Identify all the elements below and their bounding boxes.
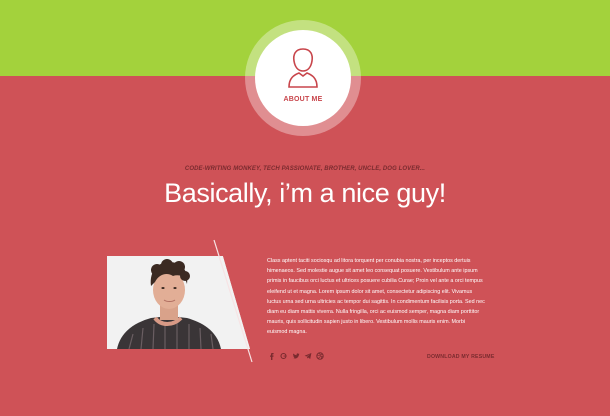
- bio-line: Class aptent taciti sociosqu ad litora t…: [267, 258, 471, 264]
- bio-line: luctus urna sed urna ultricies ac tempor…: [267, 298, 485, 305]
- bio-line: mauris, quis sollicitudin sapien justo i…: [267, 319, 466, 326]
- google-plus-icon[interactable]: [280, 352, 288, 360]
- telegram-icon[interactable]: [304, 352, 312, 360]
- bio-text: Class aptent taciti sociosqu ad litora t…: [267, 256, 504, 338]
- dribbble-icon[interactable]: [316, 352, 324, 360]
- bio-line: primis in faucibus orci luctus et ultric…: [267, 278, 483, 285]
- download-resume-link[interactable]: DOWNLOAD MY RESUME: [427, 354, 494, 360]
- social-links: [268, 352, 324, 362]
- facebook-icon[interactable]: [268, 352, 276, 360]
- twitter-icon[interactable]: [292, 352, 300, 360]
- bio-line: diam eu diam mattis viverra. Nulla fring…: [267, 309, 480, 316]
- bio-line: himenaeos. Sed molestie augue sit amet l…: [267, 268, 478, 275]
- bio-line: euismod magna.: [267, 329, 307, 336]
- bio-line: eleifend ut et magna. Lorem ipsum dolor …: [267, 288, 473, 295]
